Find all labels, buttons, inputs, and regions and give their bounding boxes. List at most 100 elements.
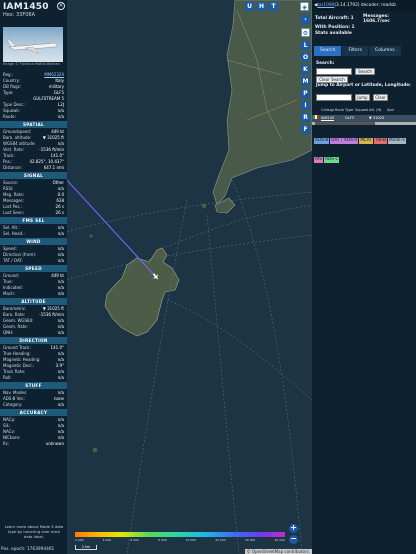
detail-label: Distance: (3, 165, 22, 170)
tab-filters[interactable]: Filters (342, 46, 368, 56)
aircraft-photo-jet (6, 39, 59, 54)
source-badge: TIS-B (373, 138, 387, 144)
column-header[interactable]: Type (344, 106, 354, 115)
column-header[interactable] (312, 106, 320, 115)
aircraft-details: Reg.: MM62329 Country: Italy DB flags: milita… (0, 72, 67, 447)
detail-row: Rc: unknown (0, 441, 67, 447)
table-cell (386, 115, 400, 122)
jump-label: Jump to Airport or Latitude, Longitude: (316, 83, 411, 88)
flag-icon (312, 115, 320, 122)
map-button-p[interactable]: P (301, 89, 310, 98)
table-cell: GLF5 (345, 116, 354, 120)
detail-row: Last Seen: 26 s (0, 210, 67, 216)
stats-block: Total Aircraft: 1 Messages: 1606.7/sec W… (312, 11, 416, 44)
layers-icon[interactable]: ◈ (300, 2, 309, 11)
column-header[interactable]: Spd (386, 106, 400, 115)
table-cell (334, 115, 344, 122)
table-row[interactable]: IAM1450 GLF5 ▼ 31025 (312, 115, 416, 122)
legend-tick: 10 000 (185, 538, 197, 542)
detail-label: Last Seen: (3, 210, 24, 215)
map-button-t[interactable]: T (269, 2, 278, 11)
section-header: STUFF (0, 382, 67, 389)
map-attribution: © OpenStreetMap contributors. (244, 549, 312, 554)
settings-icon[interactable]: ⚙ (301, 28, 310, 37)
scale-bar: 2 km (75, 545, 97, 550)
detail-row: TAT / OAT: n/a (0, 258, 67, 264)
map-canvas (67, 0, 312, 554)
source-badge: ADS-C (323, 157, 340, 163)
legend-tick: 40 000 (274, 538, 285, 542)
source-badge: ADS-B (314, 138, 330, 144)
detail-value: n/a (57, 231, 64, 236)
collapse-sidebar-icon[interactable]: › (301, 15, 310, 24)
source-legend: ADS-B UAT / ADS-R MLAT TIS-B Mode-S AIS ADS-C (314, 126, 414, 164)
clear-jump-button[interactable]: Clear (373, 94, 388, 101)
total-aircraft: Total Aircraft: 1 (315, 16, 354, 21)
search-button[interactable]: Search (355, 68, 375, 75)
help-note: Learn more about Mode S data type by hov… (4, 524, 64, 539)
detail-label: QNH: (3, 330, 14, 335)
detail-row: Sel. Head.: n/a (0, 231, 67, 237)
column-header[interactable]: Route (334, 106, 344, 115)
legend-tick: 6 000 (130, 538, 139, 542)
detail-row: Roll: n/a (0, 375, 67, 381)
aircraft-hex: Hex: 33F08A (0, 12, 67, 18)
clear-search-button[interactable]: Clear Search (316, 76, 348, 83)
source-badge: AIS (314, 157, 323, 163)
altitude-legend (75, 532, 285, 537)
table-scrollbar[interactable] (312, 122, 416, 125)
detail-label: TAT / OAT: (3, 258, 23, 263)
column-header[interactable]: Alt. (ft) (368, 106, 386, 115)
pos-epoch-label: Pos. epoch: (1, 547, 26, 552)
pos-epoch-value: 1763994461 (26, 547, 55, 552)
detail-label: Sel. Head.: (3, 231, 25, 236)
table-cell: IAM1450 (321, 116, 334, 120)
detail-value: unknown (45, 441, 64, 446)
detail-label: Rc: (3, 441, 10, 446)
tab-columns[interactable]: Columns (368, 46, 401, 56)
detail-value: n/a (57, 402, 64, 407)
section-header: SPEED (0, 265, 67, 272)
islet (201, 203, 207, 209)
detail-value: n/a (57, 330, 64, 335)
aircraft-list-panel: ◀ tar1090 (3.14.1792) decoder: readsb To… (312, 0, 416, 554)
source-badge: UAT / ADS-R (330, 138, 359, 144)
column-header[interactable]: Callsign (320, 106, 334, 115)
tab-search[interactable]: Search (314, 46, 342, 56)
detail-label: Roll: (3, 375, 12, 380)
section-header: SIGNAL (0, 172, 67, 179)
map-button-l[interactable]: L (301, 41, 310, 50)
altitude-legend-labels: 2 000 4 000 6 000 8 000 10 000 20 000 30 000 40… (75, 538, 285, 542)
jump-button[interactable]: Jump (355, 94, 370, 101)
scrollbar-thumb[interactable] (315, 122, 375, 125)
zoom-in-button[interactable]: + (289, 524, 298, 533)
stats-available[interactable]: Stats available (315, 31, 352, 36)
aircraft-photo[interactable] (3, 27, 63, 62)
flight-track (67, 179, 157, 278)
section-header: SPATIAL (0, 121, 67, 128)
sea-lanes (67, 179, 312, 554)
detail-row: Category: n/a (0, 402, 67, 408)
version-bar: ◀ tar1090 (3.14.1792) decoder: readsb (312, 0, 416, 11)
messages-rate: Messages: 1606.7/sec (363, 14, 390, 24)
map-button-i[interactable]: I (301, 101, 310, 110)
map-button-u[interactable]: U (245, 2, 254, 11)
search-input[interactable] (316, 68, 352, 75)
zoom-out-button[interactable]: − (289, 535, 298, 544)
detail-value: 26 s (55, 210, 64, 215)
map-button-o[interactable]: O (301, 53, 310, 62)
close-icon[interactable]: × (57, 2, 65, 10)
map-button-k[interactable]: K (301, 65, 310, 74)
map-button-f[interactable]: F (301, 125, 310, 134)
source-badge: Mode-S (387, 138, 406, 144)
hex-value: 33F08A (16, 12, 36, 18)
map-button-h[interactable]: H (257, 2, 266, 11)
column-header[interactable]: Squawk (354, 106, 368, 115)
detail-label: Category: (3, 402, 23, 407)
version-link[interactable]: tar1090 (317, 3, 334, 8)
jump-input[interactable] (316, 94, 352, 101)
legend-tick: 4 000 (102, 538, 112, 542)
map-view[interactable]: U H T ◈ › ⚙ L O K M P I R F + − 2 000 4 0… (67, 0, 312, 554)
map-button-m[interactable]: M (301, 77, 310, 86)
map-button-r[interactable]: R (301, 113, 310, 122)
